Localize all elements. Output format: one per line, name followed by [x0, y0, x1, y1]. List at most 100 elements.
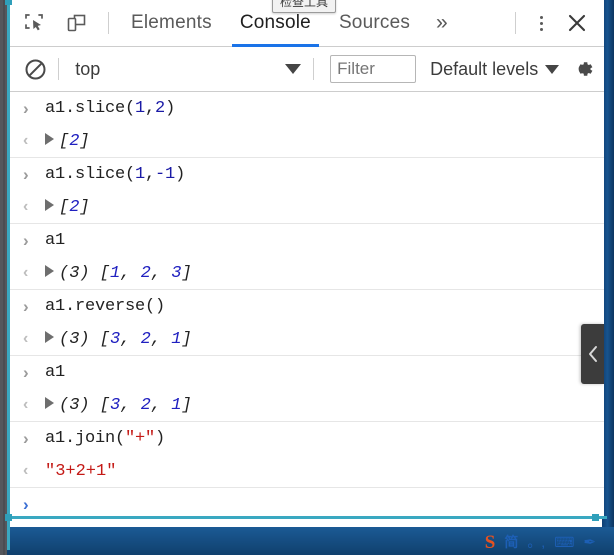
code-token: 1	[135, 99, 146, 118]
console-output-row[interactable]: ‹ (3) [3, 2, 1]	[10, 323, 604, 356]
output-marker: ‹	[23, 330, 45, 348]
input-marker: ›	[23, 231, 45, 251]
chevron-down-icon	[285, 64, 302, 74]
console-expression-text: a1.slice(1,2)	[45, 99, 175, 118]
code-token: (3) [	[59, 329, 111, 349]
chevron-right-icon: ›	[23, 362, 29, 382]
sogou-logo-icon[interactable]: S	[485, 533, 496, 552]
console-input-row[interactable]: › a1.reverse()	[10, 290, 604, 323]
console-input-row[interactable]: › a1.slice(1,-1)	[10, 158, 604, 191]
ime-mode-icon[interactable]: 简	[504, 532, 518, 552]
tab-sources-label: Sources	[338, 12, 411, 33]
disclosure-triangle-icon[interactable]	[45, 265, 54, 278]
code-token: "3+2+1"	[45, 461, 117, 481]
device-toolbar-icon[interactable]	[58, 6, 94, 40]
console-result-text: "3+2+1"	[45, 462, 116, 481]
selection-handle-bottom-left[interactable]	[5, 514, 12, 521]
console-result-text: (3) [1, 2, 3]	[45, 264, 192, 283]
input-marker: ›	[23, 99, 45, 119]
code-token: 1	[110, 263, 121, 283]
tooltip-text: 检查工具	[280, 0, 329, 9]
selection-handle-top-left[interactable]	[5, 0, 12, 5]
input-marker: ›	[23, 495, 45, 515]
chevron-left-icon: ‹	[23, 396, 29, 413]
code-token: 2	[69, 131, 80, 151]
selection-rect-left-edge	[7, 0, 10, 550]
code-token: 1	[171, 395, 182, 415]
code-token: a1.join(	[45, 429, 126, 448]
code-token: 2	[140, 329, 151, 349]
console-result-text: (3) [3, 2, 1]	[45, 396, 192, 415]
code-token: 2	[140, 263, 151, 283]
console-input-row[interactable]: › a1	[10, 224, 604, 257]
inspect-element-icon[interactable]	[16, 6, 52, 40]
tab-sources[interactable]: Sources	[325, 0, 424, 47]
code-token: ]	[79, 197, 90, 217]
code-token: 2	[69, 197, 80, 217]
code-token: ]	[181, 395, 192, 415]
output-marker: ‹	[23, 462, 45, 480]
ime-keyboard-icon[interactable]: ⌨	[554, 534, 574, 551]
code-token: ]	[79, 131, 90, 151]
code-token: ,	[120, 395, 141, 415]
console-result-text: (3) [3, 2, 1]	[45, 330, 192, 349]
disclosure-triangle-icon[interactable]	[45, 199, 54, 212]
input-marker: ›	[23, 363, 45, 383]
code-token: ,	[145, 99, 156, 118]
console-toolbar: top Default levels	[10, 47, 604, 92]
console-input-row[interactable]: › a1.join("+")	[10, 422, 604, 455]
console-expression-text: a1	[45, 231, 65, 250]
chevron-left-icon: ‹	[23, 330, 29, 347]
code-token: 1	[135, 165, 146, 184]
ime-toolbox-icon[interactable]: ✒	[583, 533, 596, 551]
disclosure-triangle-icon[interactable]	[45, 331, 54, 344]
code-token: ,	[150, 329, 172, 349]
console-output-row[interactable]: ‹ [2]	[10, 191, 604, 224]
disclosure-triangle-icon[interactable]	[45, 133, 54, 146]
ime-language-bar[interactable]: S 简 。, ⌨ ✒	[479, 529, 602, 555]
chevron-left-icon: ‹	[23, 198, 29, 215]
console-expression-text: a1.join("+")	[45, 429, 165, 448]
gear-icon[interactable]	[569, 54, 596, 84]
code-token: )	[155, 429, 166, 448]
console-output-row[interactable]: ‹ "3+2+1"	[10, 455, 604, 488]
more-options-icon[interactable]	[524, 6, 558, 40]
disclosure-triangle-icon[interactable]	[45, 397, 54, 410]
console-input-row[interactable]: › a1	[10, 356, 604, 389]
code-token: 2	[140, 395, 151, 415]
clear-console-icon[interactable]	[20, 53, 50, 85]
chevron-left-icon: ‹	[23, 462, 29, 479]
console-result-text: [2]	[45, 132, 90, 151]
output-marker: ‹	[23, 198, 45, 216]
output-marker: ‹	[23, 396, 45, 414]
execution-context-label: top	[75, 58, 101, 79]
close-icon[interactable]	[558, 5, 596, 41]
tab-elements-label: Elements	[131, 12, 212, 33]
input-marker: ›	[23, 297, 45, 317]
selection-handle-bottom-right[interactable]	[592, 514, 599, 521]
log-level-selector[interactable]: Default levels	[430, 59, 560, 80]
console-input-row[interactable]: › a1.slice(1,2)	[10, 92, 604, 125]
console-prompt-row[interactable]: ›	[10, 488, 604, 516]
filter-input[interactable]	[330, 55, 417, 83]
tab-elements[interactable]: Elements	[117, 0, 226, 47]
code-token: ,	[120, 329, 141, 349]
console-output-row[interactable]: ‹ [2]	[10, 125, 604, 158]
code-token: 3	[110, 329, 121, 349]
devtools-tabbar-right	[507, 5, 604, 41]
execution-context-selector[interactable]: top	[67, 53, 305, 85]
devtools-tool-icons	[10, 6, 117, 40]
devtools-panel: Elements Console Sources » 检查工具 top Filt…	[10, 0, 604, 517]
console-output-row[interactable]: ‹ (3) [3, 2, 1]	[10, 389, 604, 422]
code-token: a1.slice(	[45, 165, 136, 184]
console-log-list[interactable]: › a1.slice(1,2) ‹ [2] › a1.slice(1,-1) ‹ [2] › a1…	[10, 92, 604, 516]
selection-rect-bottom-edge	[7, 516, 607, 519]
output-marker: ‹	[23, 132, 45, 150]
console-output-row[interactable]: ‹ (3) [1, 2, 3]	[10, 257, 604, 290]
toolbar-divider-1	[58, 58, 60, 80]
devtools-tabbar: Elements Console Sources » 检查工具	[10, 0, 604, 47]
chevron-right-icon: ›	[23, 494, 29, 514]
ime-punctuation-icon[interactable]: 。,	[527, 532, 545, 552]
collapse-drawer-handle[interactable]	[581, 324, 604, 384]
tab-overflow-button[interactable]: »	[424, 0, 460, 47]
